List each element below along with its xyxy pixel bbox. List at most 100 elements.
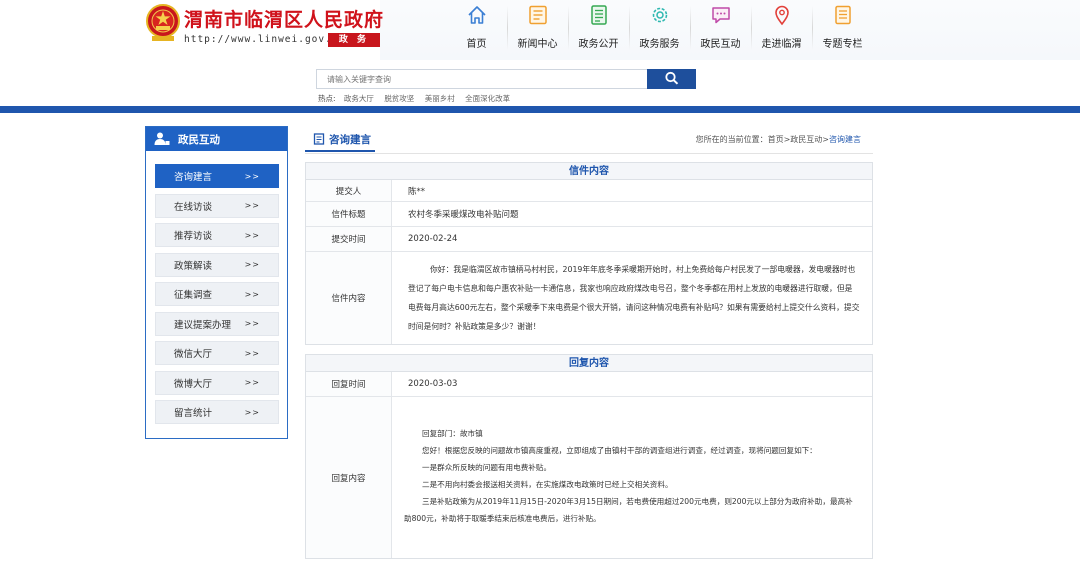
gov-badge: 政 务 <box>328 33 380 47</box>
home-icon <box>467 6 486 24</box>
sidebar-item-online-interview[interactable]: 在线访谈 >> <box>155 193 279 218</box>
submitter-value: 陈** <box>408 186 426 197</box>
reply-content-label: 回复内容 <box>306 397 392 558</box>
sidebar-item-label: 政策解读 <box>174 260 213 272</box>
sidebar-item-label: 建议提案办理 <box>174 319 232 331</box>
reply-panel: 回复内容 回复时间 2020-03-03 回复内容 回复部门：故市镇 您好！根据… <box>305 354 873 559</box>
reply-section-title: 回复内容 <box>306 355 872 372</box>
sidebar-item-policy-interpretation[interactable]: 政策解读 >> <box>155 252 279 277</box>
nav-label: 政务公开 <box>578 39 619 50</box>
sidebar-item-proposal-handling[interactable]: 建议提案办理 >> <box>155 311 279 336</box>
tab-consultation[interactable]: 咨询建言 <box>305 128 375 152</box>
nav-label: 政务服务 <box>639 39 680 50</box>
sidebar-item-label: 咨询建言 <box>174 172 213 183</box>
nav-home[interactable]: 首页 <box>446 2 507 54</box>
double-chevron-icon: >> <box>244 289 260 299</box>
letter-content-body: 你好：我是临渭区故市镇柄马村村民，2019年年底冬季采暖期开始时，村上免费给每户… <box>408 265 860 331</box>
reply-content-row: 回复内容 回复部门：故市镇 您好！根据您反映的问题故市镇高度重视，立即组成了由镇… <box>306 397 872 558</box>
hot-label: 热点: <box>318 94 336 103</box>
reply-paragraph: 二是不用向村委会报送相关资料，在实施煤改电政策时已经上交相关资料。 <box>422 480 673 489</box>
gear-icon <box>652 7 667 23</box>
nav-services[interactable]: 政务服务 <box>629 2 690 54</box>
document-icon <box>313 133 325 145</box>
nav-special-topics[interactable]: 专题专栏 <box>812 2 873 54</box>
nav-label: 政民互动 <box>700 39 741 50</box>
search-button[interactable] <box>647 69 696 89</box>
submitter-row: 提交人 陈** <box>306 180 872 202</box>
submit-date-label: 提交时间 <box>306 227 392 251</box>
double-chevron-icon: >> <box>244 378 260 387</box>
sidebar-list: 咨询建言 >> 在线访谈 >> 推荐访谈 >> 政策解读 >> 征集调查 >> … <box>146 151 287 424</box>
submitter-label: 提交人 <box>306 180 392 201</box>
reply-date-row: 回复时间 2020-03-03 <box>306 372 872 397</box>
nav-gov-affairs[interactable]: 政务公开 <box>568 2 629 54</box>
nav-about-linwei[interactable]: 走进临渭 <box>751 2 812 54</box>
hot-link[interactable]: 政务大厅 <box>344 94 374 103</box>
hot-link[interactable]: 脱贫攻坚 <box>384 94 414 103</box>
double-chevron-icon: >> <box>244 319 260 328</box>
reply-paragraph: 您好！根据您反映的问题故市镇高度重视，立即组成了由镇村干部的调查组进行调查，经过… <box>422 446 817 455</box>
letter-content-row: 信件内容 你好：我是临渭区故市镇柄马村村民，2019年年底冬季采暖期开始时，村上… <box>306 252 872 344</box>
sidebar-item-label: 微信大厅 <box>174 349 213 360</box>
reply-paragraph: 三是补贴政策为从2019年11月15日-2020年3月15日期间，若电费使用超过… <box>404 497 853 523</box>
double-chevron-icon: >> <box>244 230 260 240</box>
sidebar-item-consultation[interactable]: 咨询建言 >> <box>155 164 279 188</box>
sidebar-item-wechat-hall[interactable]: 微信大厅 >> <box>155 341 279 365</box>
sidebar-item-survey[interactable]: 征集调查 >> <box>155 282 279 306</box>
sidebar-title: 政民互动 <box>178 133 220 146</box>
double-chevron-icon: >> <box>244 407 260 417</box>
location-pin-icon <box>774 5 789 26</box>
letter-content-label: 信件内容 <box>306 252 392 344</box>
nav-news[interactable]: 新闻中心 <box>507 2 568 54</box>
nav-label: 专题专栏 <box>822 39 863 50</box>
sidebar: 政民互动 咨询建言 >> 在线访谈 >> 推荐访谈 >> 政策解读 >> 征集调… <box>145 126 288 439</box>
breadcrumb-path[interactable]: 您所在的当前位置：首页>政民互动> <box>696 135 829 144</box>
sidebar-item-label: 在线访谈 <box>174 201 213 213</box>
reply-date-value: 2020-03-03 <box>408 379 458 389</box>
nav-interaction[interactable]: 政民互动 <box>690 2 751 54</box>
reply-content-text: 回复部门：故市镇 您好！根据您反映的问题故市镇高度重视，立即组成了由镇村干部的调… <box>392 397 872 558</box>
list-icon <box>834 5 851 25</box>
search-input[interactable] <box>316 69 648 89</box>
hot-link[interactable]: 美丽乡村 <box>425 94 455 103</box>
sidebar-item-label: 留言统计 <box>174 408 213 419</box>
sidebar-item-label: 推荐访谈 <box>174 231 213 242</box>
user-icon <box>154 132 170 145</box>
nav-label: 首页 <box>466 39 487 50</box>
nav-label: 走进临渭 <box>761 39 802 50</box>
subject-row: 信件标题 农村冬季采暖煤改电补贴问题 <box>306 202 872 227</box>
reply-department: 回复部门：故市镇 <box>422 429 483 438</box>
document-icon <box>590 5 607 25</box>
site-name[interactable]: 渭南市临渭区人民政府 <box>184 5 384 32</box>
sidebar-item-label: 微博大厅 <box>174 378 213 390</box>
content-header: 咨询建言 您所在的当前位置：首页>政民互动>咨询建言 <box>305 126 873 154</box>
header-divider-band <box>0 106 1080 113</box>
tab-label: 咨询建言 <box>329 133 371 146</box>
nav-label: 新闻中心 <box>517 39 558 50</box>
sidebar-item-weibo-hall[interactable]: 微博大厅 >> <box>155 370 279 395</box>
submit-date-row: 提交时间 2020-02-24 <box>306 227 872 252</box>
hot-topics: 热点: 政务大厅 脱贫攻坚 美丽乡村 全面深化改革 <box>318 93 518 104</box>
hot-link[interactable]: 全面深化改革 <box>465 94 510 103</box>
subject-label: 信件标题 <box>306 202 392 226</box>
reply-paragraph: 一是群众所反映的问题有用电费补贴。 <box>422 463 552 472</box>
letter-section-title: 信件内容 <box>306 163 872 180</box>
subject-value: 农村冬季采暖煤改电补贴问题 <box>408 210 519 220</box>
sidebar-item-recommended-interview[interactable]: 推荐访谈 >> <box>155 223 279 247</box>
main-nav: 首页 新闻中心 政务公开 政务服务 政民互动 走进临渭 专题专栏 <box>446 2 873 54</box>
double-chevron-icon: >> <box>244 201 260 210</box>
chat-icon <box>711 7 730 24</box>
double-chevron-icon: >> <box>244 260 260 269</box>
reply-date-label: 回复时间 <box>306 372 392 396</box>
breadcrumb: 您所在的当前位置：首页>政民互动>咨询建言 <box>696 134 861 145</box>
submit-date-value: 2020-02-24 <box>408 234 458 244</box>
site-url: http://www.linwei.gov.cn <box>184 34 346 45</box>
double-chevron-icon: >> <box>244 171 260 181</box>
sidebar-item-message-stats[interactable]: 留言统计 >> <box>155 400 279 424</box>
search-icon <box>664 71 678 85</box>
double-chevron-icon: >> <box>244 348 260 358</box>
national-emblem-icon <box>146 4 180 41</box>
site-header: 渭南市临渭区人民政府 http://www.linwei.gov.cn 政 务 … <box>0 0 1080 108</box>
breadcrumb-current[interactable]: 咨询建言 <box>829 135 861 144</box>
news-icon <box>528 5 547 25</box>
